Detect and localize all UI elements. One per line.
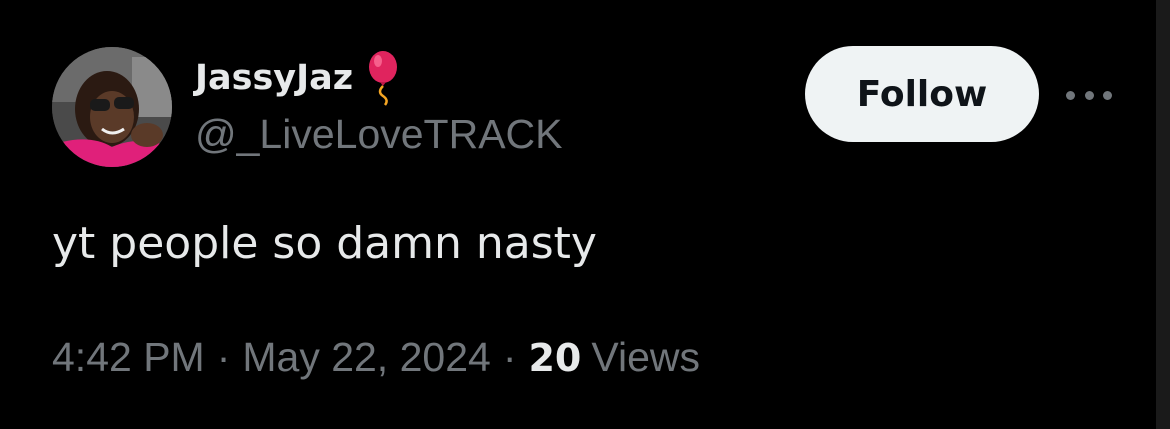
tweet-text: yt people so damn nasty <box>52 218 597 269</box>
dot <box>1084 90 1094 100</box>
separator: · <box>502 334 517 380</box>
view-count[interactable]: 20 <box>528 336 581 380</box>
more-options-icon[interactable] <box>1066 82 1112 108</box>
display-name[interactable]: JassyJaz <box>195 58 353 98</box>
avatar-photo <box>52 47 172 167</box>
tweet-meta: 4:42 PM · May 22, 2024 · 20 Views <box>52 334 700 381</box>
author-handle[interactable]: @_LiveLoveTRACK <box>195 111 563 158</box>
tweet-date[interactable]: May 22, 2024 <box>242 334 490 381</box>
views-label[interactable]: Views <box>591 334 700 381</box>
follow-button[interactable]: Follow <box>805 46 1039 142</box>
balloon-icon <box>363 50 403 106</box>
tweet-card: JassyJaz @_LiveLoveTRACK Follow yt peopl… <box>0 0 1170 429</box>
tweet-time[interactable]: 4:42 PM <box>52 334 205 381</box>
dot <box>1103 90 1112 100</box>
scrollbar-edge <box>1156 0 1170 429</box>
dot <box>1066 90 1075 100</box>
avatar[interactable] <box>52 47 172 167</box>
author-name-row[interactable]: JassyJaz <box>195 50 403 106</box>
separator: · <box>216 334 231 380</box>
